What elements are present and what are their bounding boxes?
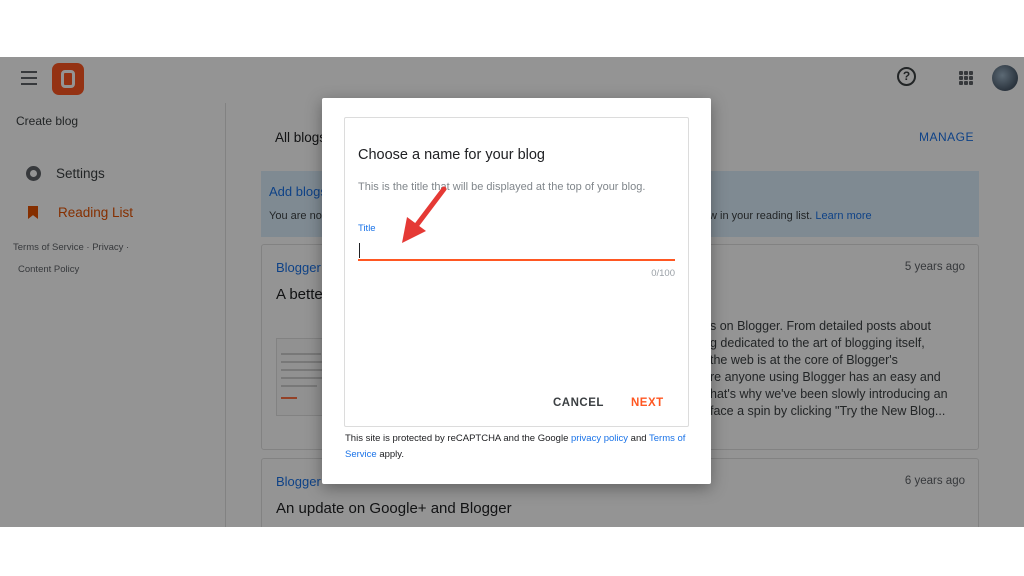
- next-button[interactable]: NEXT: [631, 397, 664, 409]
- recaptcha-notice: This site is protected by reCAPTCHA and …: [345, 431, 690, 463]
- blogger-app: ? Create blog Settings Reading List Term…: [0, 57, 1024, 527]
- apply-text: apply.: [379, 449, 404, 460]
- text-caret: [359, 243, 360, 258]
- title-field-label: Title: [358, 223, 376, 234]
- cancel-button[interactable]: CANCEL: [553, 397, 604, 409]
- privacy-policy-link[interactable]: privacy policy: [571, 433, 628, 444]
- and-text: and: [630, 433, 647, 444]
- character-counter: 0/100: [651, 268, 675, 279]
- dialog-subtitle: This is the title that will be displayed…: [358, 181, 646, 193]
- create-blog-dialog: Choose a name for your blog This is the …: [322, 98, 711, 484]
- recaptcha-text: This site is protected by reCAPTCHA and …: [345, 433, 569, 444]
- dialog-panel: Choose a name for your blog This is the …: [344, 117, 689, 427]
- dialog-title: Choose a name for your blog: [358, 147, 545, 163]
- blog-title-input[interactable]: [358, 239, 675, 261]
